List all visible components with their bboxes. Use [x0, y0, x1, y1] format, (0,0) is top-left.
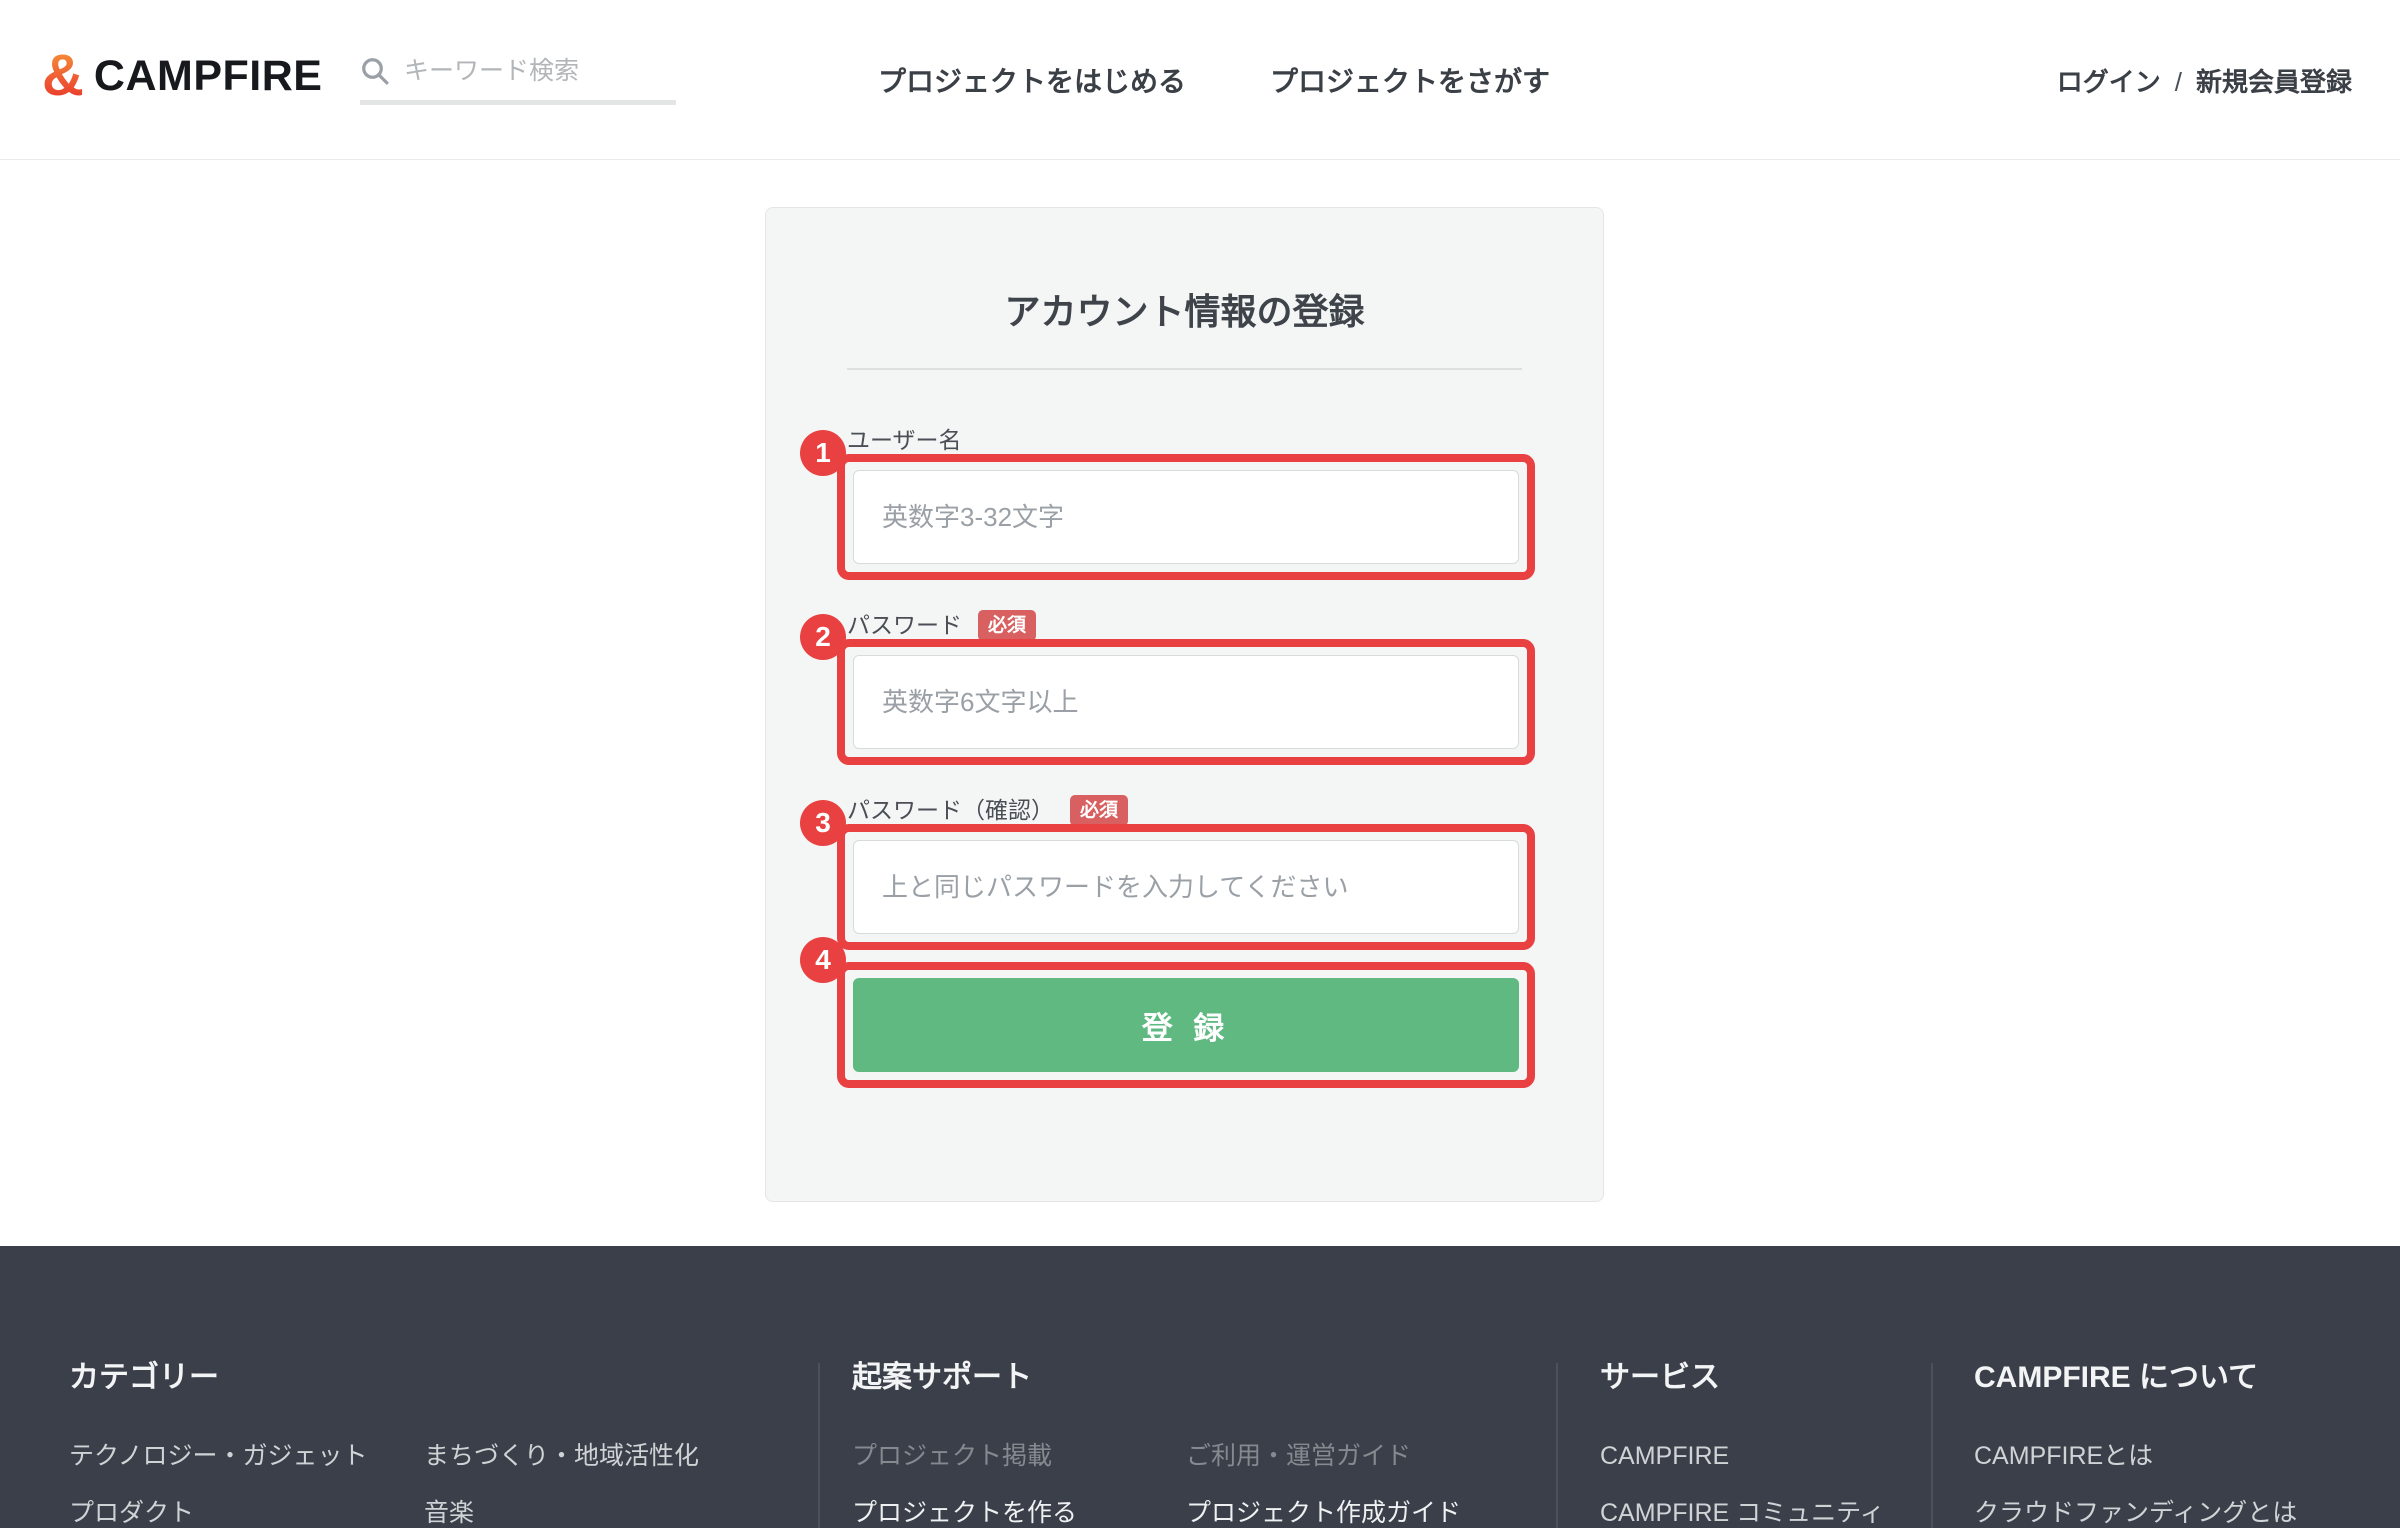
- password-confirm-input[interactable]: [853, 840, 1519, 934]
- footer-divider: [818, 1363, 820, 1528]
- brand-name: CAMPFIRE: [94, 44, 323, 108]
- footer-link-technology[interactable]: テクノロジー・ガジェット: [69, 1440, 368, 1472]
- footer-link-about-campfire[interactable]: CAMPFIREとは: [1974, 1440, 2153, 1472]
- password-label: パスワード: [847, 609, 962, 641]
- password-label-row: パスワード 必須: [847, 609, 1036, 641]
- campfire-flame-icon: &: [42, 44, 84, 108]
- annotation-box-2: [837, 639, 1535, 765]
- registration-card: アカウント情報の登録 ユーザー名 1 パスワード 必須 2 パスワード（確認）: [765, 207, 1604, 1202]
- footer-heading-support: 起案サポート: [852, 1352, 1032, 1396]
- footer-link-music[interactable]: 音楽: [424, 1497, 474, 1528]
- required-badge: 必須: [978, 610, 1036, 641]
- annotation-box-3: [837, 824, 1535, 950]
- search-input[interactable]: [404, 57, 676, 86]
- username-input[interactable]: [853, 470, 1519, 564]
- footer-link-community-dev[interactable]: まちづくり・地域活性化: [424, 1440, 699, 1472]
- main-content: アカウント情報の登録 ユーザー名 1 パスワード 必須 2 パスワード（確認）: [0, 160, 2400, 1246]
- footer-divider: [1556, 1363, 1558, 1528]
- username-label-row: ユーザー名: [847, 424, 962, 456]
- footer-link-product[interactable]: プロダクト: [69, 1497, 194, 1528]
- annotation-marker-2: 2: [800, 614, 846, 660]
- footer-heading-categories: カテゴリー: [69, 1352, 219, 1396]
- password-input[interactable]: [853, 655, 1519, 749]
- search-box[interactable]: [360, 56, 676, 105]
- footer-divider: [1931, 1363, 1933, 1528]
- form-title: アカウント情報の登録: [766, 288, 1603, 336]
- header: & CAMPFIRE プロジェクトをはじめる プロジェクトをさがす ログイン /…: [0, 0, 2400, 160]
- annotation-box-1: [837, 454, 1535, 580]
- annotation-marker-4: 4: [800, 937, 846, 983]
- footer-link-usage-guide[interactable]: ご利用・運営ガイド: [1186, 1440, 1411, 1472]
- brand-logo[interactable]: & CAMPFIRE: [42, 44, 322, 108]
- footer-heading-about: CAMPFIRE について: [1974, 1352, 2258, 1396]
- footer: カテゴリー テクノロジー・ガジェット プロダクト まちづくり・地域活性化 音楽 …: [0, 1246, 2400, 1528]
- required-badge: 必須: [1070, 795, 1128, 826]
- annotation-marker-3: 3: [800, 800, 846, 846]
- page: & CAMPFIRE プロジェクトをはじめる プロジェクトをさがす ログイン /…: [0, 0, 2400, 1528]
- annotation-box-4: 登 録: [837, 962, 1535, 1088]
- footer-link-post-project[interactable]: プロジェクト掲載: [852, 1440, 1052, 1472]
- nav-start-project[interactable]: プロジェクトをはじめる: [878, 66, 1186, 98]
- password-confirm-label-row: パスワード（確認） 必須: [847, 794, 1128, 826]
- annotation-marker-1: 1: [800, 430, 846, 476]
- auth-separator: /: [2175, 66, 2182, 98]
- footer-link-create-project[interactable]: プロジェクトを作る: [852, 1497, 1077, 1528]
- footer-link-campfire[interactable]: CAMPFIRE: [1600, 1440, 1729, 1472]
- nav-find-project[interactable]: プロジェクトをさがす: [1270, 66, 1550, 98]
- auth-links: ログイン / 新規会員登録: [2057, 66, 2352, 98]
- footer-link-creation-guide[interactable]: プロジェクト作成ガイド: [1186, 1497, 1461, 1528]
- password-confirm-label: パスワード（確認）: [847, 794, 1054, 826]
- footer-link-campfire-community[interactable]: CAMPFIRE コミュニティ: [1600, 1497, 1885, 1528]
- username-label: ユーザー名: [847, 424, 962, 456]
- signup-link[interactable]: 新規会員登録: [2196, 66, 2352, 98]
- title-divider: [847, 368, 1522, 370]
- search-icon: [360, 56, 390, 86]
- footer-heading-services: サービス: [1600, 1352, 1720, 1396]
- register-button[interactable]: 登 録: [853, 978, 1519, 1072]
- login-link[interactable]: ログイン: [2057, 66, 2161, 98]
- footer-link-about-crowdfunding[interactable]: クラウドファンディングとは: [1974, 1497, 2297, 1528]
